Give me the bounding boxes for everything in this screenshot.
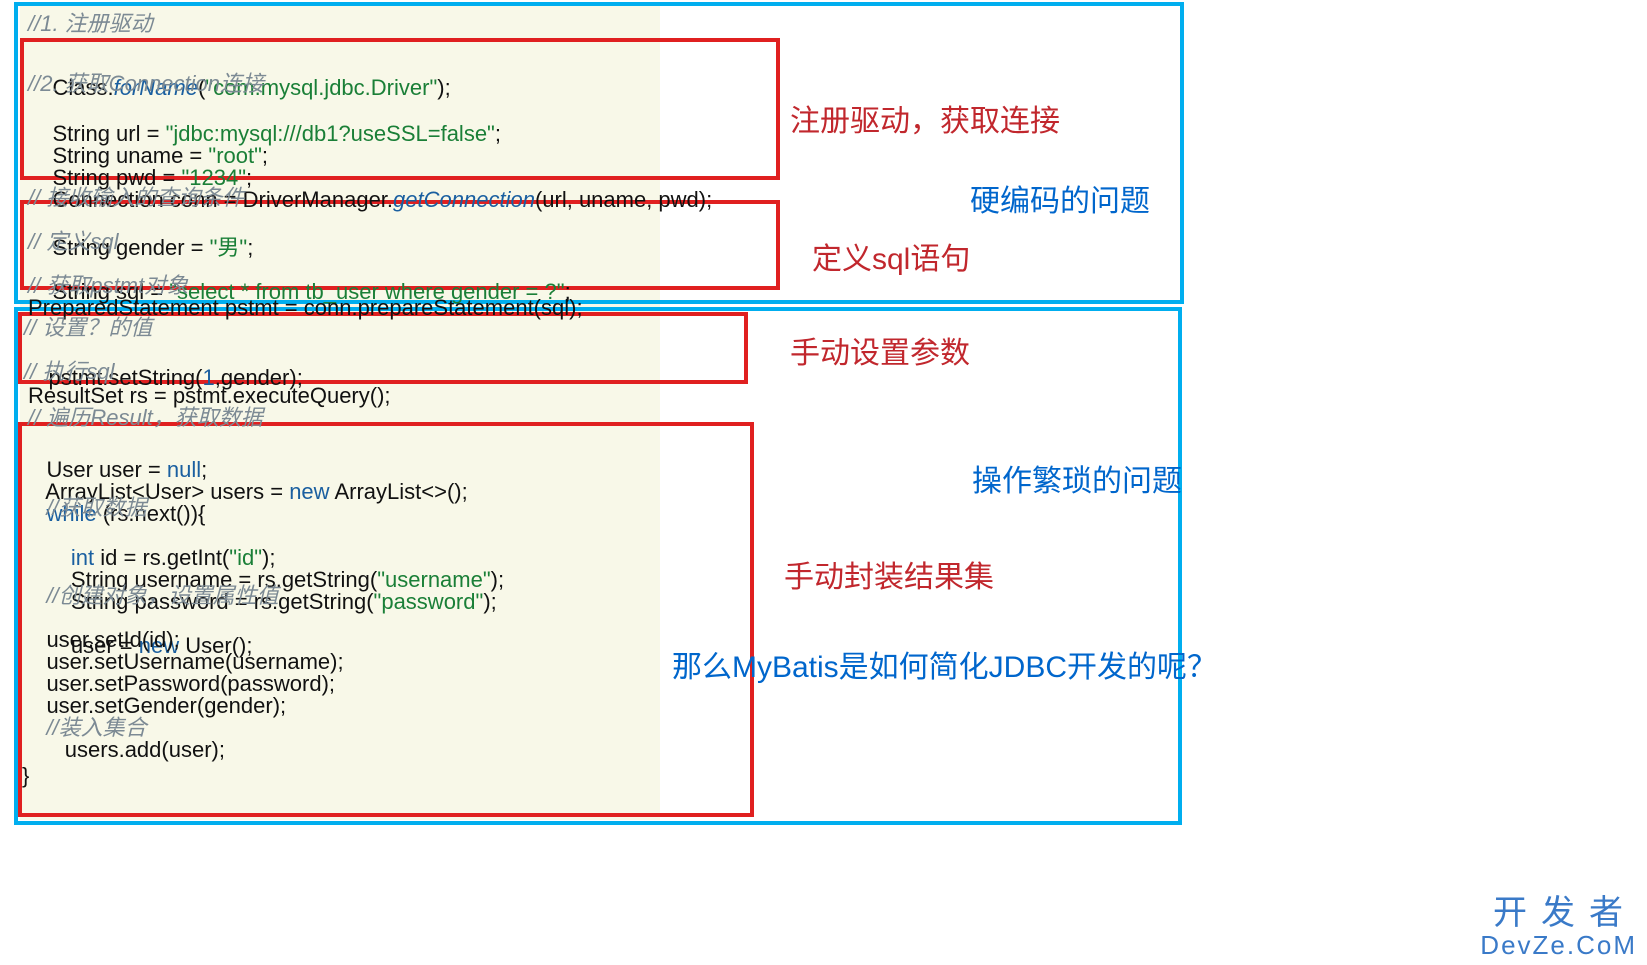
code-line: } [22,762,29,790]
t: new [289,479,329,504]
annotation-hardcode: 硬编码的问题 [970,176,1150,220]
t: ArrayList<>(); [330,479,468,504]
annotation-sql: 定义sql语句 [812,234,970,278]
t: ; [495,121,501,146]
code-line: //1. 注册驱动 [28,10,153,38]
diagram-stage: //1. 注册驱动 Class.forName("com.mysql.jdbc.… [0,0,1647,965]
code-line: users.add(user); [22,736,225,764]
t: ); [483,589,496,614]
annotation-params: 手动设置参数 [790,328,970,372]
annotation-complex: 操作繁琐的问题 [972,456,1182,500]
watermark-en: DevZe.CoM [1480,932,1637,959]
t: (url, uname, pwd); [535,187,712,212]
annotation-question: 那么MyBatis是如何简化JDBC开发的呢？ [672,642,1217,686]
annotation-result: 手动封装结果集 [784,552,994,596]
watermark-cn: 开发者 [1480,896,1637,932]
annotation-register: 注册驱动，获取连接 [790,96,1060,140]
t: getConnection [393,187,535,212]
watermark: 开发者 DevZe.CoM [1480,896,1637,959]
t: "password" [374,589,484,614]
